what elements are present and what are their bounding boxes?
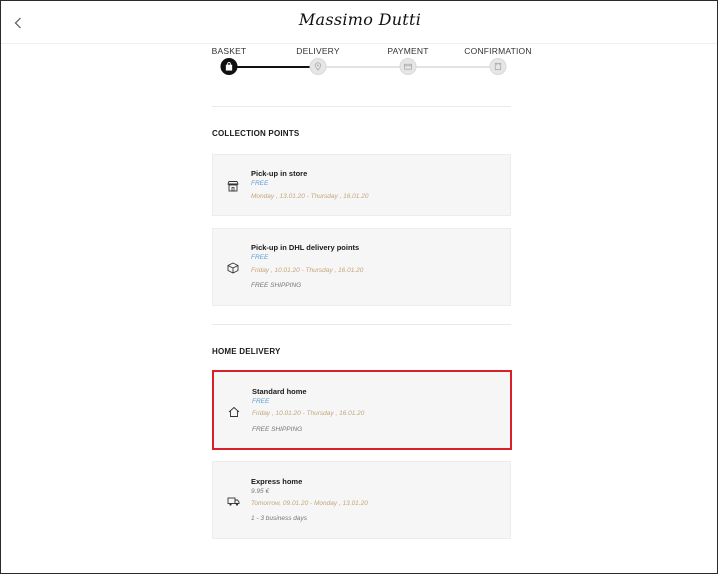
option-price: 9.95 € [251,488,270,495]
option-price: FREE [252,398,270,405]
option-name: Pick-up in store [251,169,308,178]
step-connector [318,66,408,68]
step-payment [399,58,417,75]
option-pickup-dhl[interactable]: Pick-up in DHL delivery points FREE Frid… [212,228,511,306]
location-pin-icon [314,62,322,71]
option-standard-home[interactable]: Standard home FREE Friday , 10.01.20 - T… [212,370,512,450]
step-label-payment: PAYMENT [387,46,429,56]
checkout-stepper: BASKET DELIVERY PAYMENT CONFIRMATION [1,45,717,85]
card-icon [403,63,413,70]
option-price: FREE [251,254,269,261]
truck-icon [226,494,240,508]
bag-icon [225,62,233,71]
step-basket[interactable] [220,58,238,75]
checkout-screen: Massimo Dutti BASKET DELIVERY PAYMENT CO… [0,0,718,574]
option-name: Standard home [252,387,307,396]
step-label-delivery: DELIVERY [296,46,340,56]
step-label-basket: BASKET [211,46,247,56]
divider [212,106,511,107]
option-pickup-store[interactable]: Pick-up in store FREE Monday , 13.01.20 … [212,154,511,216]
option-name: Express home [251,477,303,486]
section-title-home: HOME DELIVERY [212,347,281,356]
option-express-home[interactable]: Express home 9.95 € Tomorrow, 09.01.20 -… [212,461,511,539]
brand-logo[interactable]: Massimo Dutti [1,10,717,29]
step-label-confirmation: CONFIRMATION [464,46,532,56]
step-delivery [309,58,327,75]
option-name: Pick-up in DHL delivery points [251,243,360,252]
option-dates: Tomorrow, 09.01.20 - Monday , 13.01.20 [251,500,368,507]
option-note: FREE SHIPPING [251,282,302,289]
step-connector [408,66,498,68]
divider [212,324,511,325]
section-title-collection: COLLECTION POINTS [212,129,300,138]
option-note: FREE SHIPPING [252,426,303,433]
document-icon [494,62,502,71]
store-icon [226,179,240,193]
step-confirmation [489,58,507,75]
step-connector [229,66,318,68]
package-icon [226,261,240,275]
option-dates: Friday , 10.01.20 - Thursday , 16.01.20 [251,267,364,274]
house-icon [227,405,241,419]
option-note: 1 - 3 business days [251,515,308,522]
option-dates: Friday , 10.01.20 - Thursday , 16.01.20 [252,410,365,417]
option-price: FREE [251,180,269,187]
option-dates: Monday , 13.01.20 - Thursday , 16.01.20 [251,193,369,200]
top-bar: Massimo Dutti [1,1,717,44]
